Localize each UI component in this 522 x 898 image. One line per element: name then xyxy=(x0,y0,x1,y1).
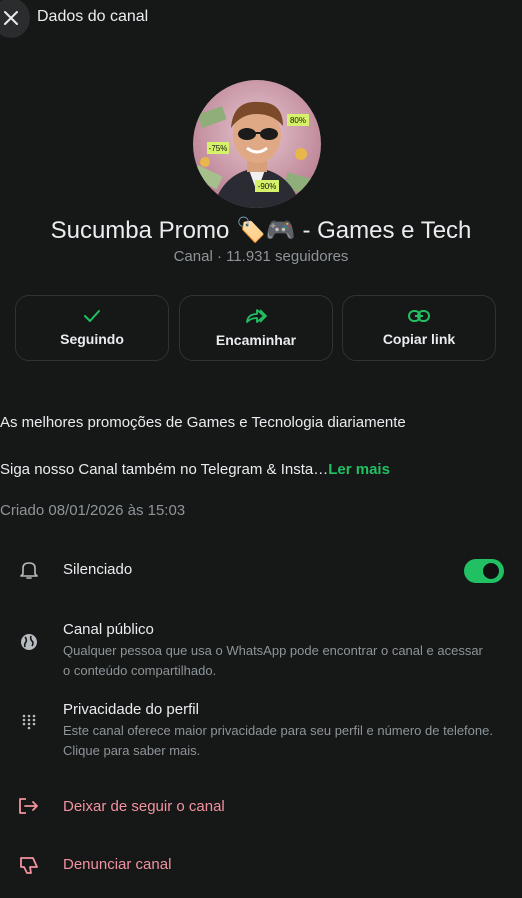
close-icon xyxy=(4,11,18,25)
channel-avatar[interactable]: 80% -75% -90% xyxy=(193,80,321,208)
profile-privacy-title[interactable]: Privacidade do perfil xyxy=(63,701,199,718)
channel-followers: Canal · 11.931 seguidores xyxy=(173,248,349,265)
close-button[interactable] xyxy=(0,0,30,38)
public-channel-title: Canal público xyxy=(63,621,154,638)
globe-icon xyxy=(18,631,40,653)
public-channel-description: Qualquer pessoa que usa o WhatsApp pode … xyxy=(63,643,483,678)
muted-label: Silenciado xyxy=(63,561,133,578)
toggle-knob xyxy=(483,563,499,579)
read-more-link[interactable]: Ler mais xyxy=(328,461,390,478)
forward-button[interactable]: Encaminhar xyxy=(179,295,333,361)
profile-privacy-description[interactable]: Este canal oferece maior privacidade par… xyxy=(63,721,493,761)
channel-name: Sucumba Promo 🏷️🎮 - Games e Tech xyxy=(50,217,472,244)
copy-link-button[interactable]: Copiar link xyxy=(342,295,496,361)
channel-description-line2: Siga nosso Canal também no Telegram & In… xyxy=(0,461,390,478)
forward-icon xyxy=(246,309,267,323)
unfollow-channel-button[interactable]: Deixar de seguir o canal xyxy=(63,798,225,815)
dots-grid-icon xyxy=(18,711,40,733)
exit-icon xyxy=(18,795,40,817)
muted-toggle[interactable] xyxy=(464,559,504,583)
channel-description-line1: As melhores promoções de Games e Tecnolo… xyxy=(0,414,406,431)
created-date: Criado 08/01/2026 às 15:03 xyxy=(0,502,186,519)
bell-icon xyxy=(18,559,40,581)
check-icon xyxy=(84,310,100,322)
following-label: Seguindo xyxy=(60,331,124,347)
thumbs-down-icon xyxy=(18,854,40,876)
following-button[interactable]: Seguindo xyxy=(15,295,169,361)
avatar-tag-90: -90% xyxy=(258,182,277,191)
forward-label: Encaminhar xyxy=(215,332,297,348)
link-icon xyxy=(408,310,430,322)
avatar-tag-75: -75% xyxy=(209,144,228,153)
copy-link-label: Copiar link xyxy=(382,331,456,347)
page-title: Dados do canal xyxy=(37,8,149,25)
report-channel-button[interactable]: Denunciar canal xyxy=(63,856,171,873)
avatar-tag-80: 80% xyxy=(290,116,306,125)
channel-description-text: Siga nosso Canal também no Telegram & In… xyxy=(0,461,329,478)
